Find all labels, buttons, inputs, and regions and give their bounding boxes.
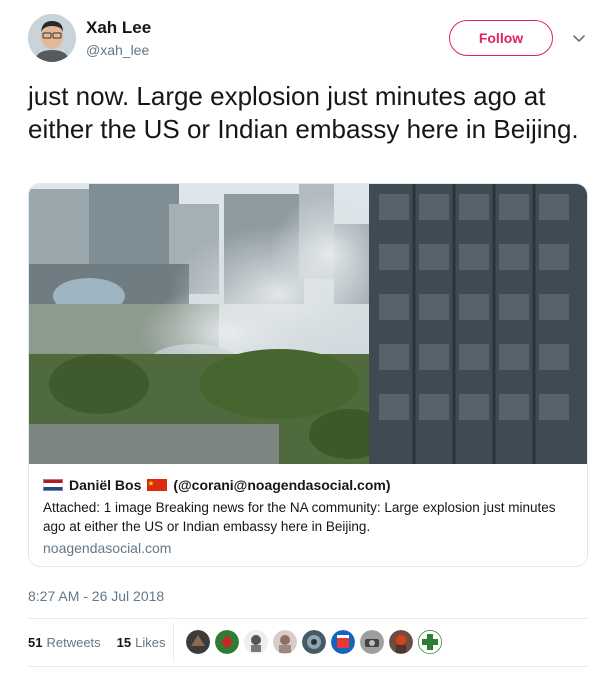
card-author-name: Daniël Bos xyxy=(69,477,142,493)
liker-avatar[interactable] xyxy=(186,630,210,654)
chevron-down-icon[interactable] xyxy=(571,30,587,46)
liker-avatar[interactable] xyxy=(302,630,326,654)
retweets-label: Retweets xyxy=(46,634,101,650)
liker-avatar[interactable] xyxy=(389,630,413,654)
likes-stat[interactable]: 15 Likes xyxy=(117,635,166,650)
card-title: Daniël Bos (@corani@noagendasocial.com) xyxy=(43,474,573,496)
tweet-header: Xah Lee @xah_lee Follow xyxy=(28,14,588,66)
card-description: Attached: 1 image Breaking news for the … xyxy=(43,500,556,534)
author-handle[interactable]: @xah_lee xyxy=(86,42,149,58)
liker-avatar[interactable] xyxy=(418,630,442,654)
divider-top xyxy=(28,618,588,619)
liker-avatar[interactable] xyxy=(215,630,239,654)
card-domain: noagendasocial.com xyxy=(43,540,172,556)
author-name[interactable]: Xah Lee xyxy=(86,18,151,38)
likes-label: Likes xyxy=(135,634,166,650)
link-card[interactable]: Daniël Bos (@corani@noagendasocial.com) … xyxy=(28,183,588,567)
likes-count: 15 xyxy=(116,634,132,650)
liker-avatar[interactable] xyxy=(360,630,384,654)
card-image xyxy=(29,184,587,464)
tweet-stats: 51 Retweets 15 Likes xyxy=(28,632,182,652)
retweets-count: 51 xyxy=(28,634,43,650)
china-flag-icon xyxy=(147,479,168,491)
tweet-text: just now. Large explosion just minutes a… xyxy=(28,81,579,144)
netherlands-flag-icon xyxy=(43,479,63,491)
retweets-stat[interactable]: 51 Retweets xyxy=(28,635,101,650)
follow-button[interactable]: Follow xyxy=(449,20,553,56)
card-body: Daniël Bos (@corani@noagendasocial.com) … xyxy=(43,474,573,556)
tweet-timestamp[interactable]: 8:27 AM - 26 Jul 2018 xyxy=(28,588,164,604)
liker-avatar[interactable] xyxy=(273,630,297,654)
divider-bottom xyxy=(28,666,588,667)
stats-separator xyxy=(173,622,174,662)
liker-avatar[interactable] xyxy=(331,630,355,654)
liker-avatar[interactable] xyxy=(244,630,268,654)
liker-avatars xyxy=(186,630,447,654)
card-author-handle: (@corani@noagendasocial.com) xyxy=(173,477,391,493)
author-avatar[interactable] xyxy=(28,14,76,62)
